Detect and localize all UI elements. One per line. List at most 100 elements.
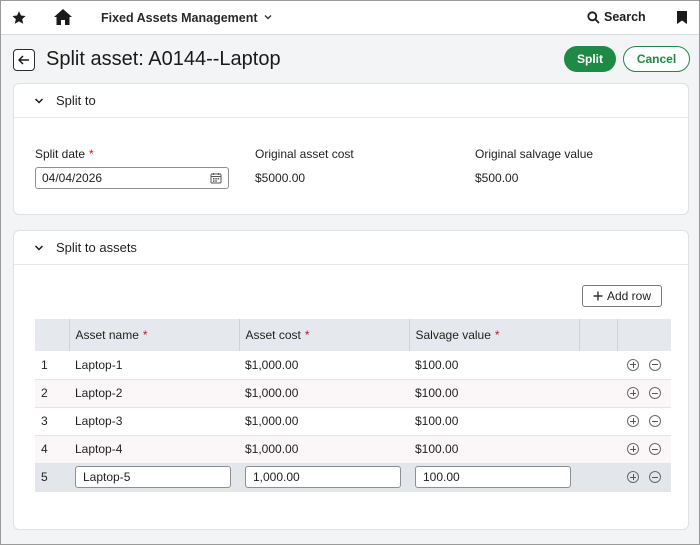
- table-row: 1 Laptop-1 $1,000.00 $100.00: [35, 351, 671, 380]
- asset-name-header-text: Asset name: [75, 328, 139, 342]
- asset-name-cell[interactable]: Laptop-3: [69, 407, 239, 436]
- table-row-editing: 5 Laptop-5 1,000.00 100.00: [35, 463, 671, 492]
- add-circle-icon[interactable]: [627, 415, 639, 427]
- remove-circle-icon[interactable]: [649, 443, 661, 455]
- original-cost-label: Original asset cost: [255, 147, 354, 161]
- row-number: 1: [35, 351, 69, 380]
- asset-name-cell: Laptop-5: [69, 463, 239, 492]
- split-date-label: Split date *: [35, 147, 94, 161]
- split-to-section-title: Split to: [56, 93, 96, 108]
- split-to-assets-section-title: Split to assets: [56, 240, 137, 255]
- back-button[interactable]: [13, 49, 35, 71]
- split-to-assets-section: Split to assets Add row Asset name * Asse…: [13, 230, 689, 530]
- asset-cost-cell[interactable]: $1,000.00: [239, 379, 409, 408]
- bookmark-icon[interactable]: [676, 10, 688, 25]
- remove-circle-icon[interactable]: [649, 471, 661, 483]
- required-marker: *: [89, 147, 94, 161]
- column-header-asset-cost[interactable]: Asset cost *: [239, 319, 410, 351]
- required-marker: *: [494, 328, 500, 342]
- split-to-section-header[interactable]: Split to: [14, 84, 688, 118]
- blank-cell: [579, 379, 617, 408]
- column-header-blank: [579, 319, 618, 351]
- original-cost-value: $5000.00: [255, 171, 306, 185]
- page-title: Split asset: A0144--Laptop: [46, 48, 281, 70]
- asset-cost-input-value: 1,000.00: [253, 470, 300, 484]
- remove-circle-icon[interactable]: [649, 387, 661, 399]
- asset-name-cell[interactable]: Laptop-4: [69, 435, 239, 464]
- original-salvage-value: $500.00: [475, 171, 519, 185]
- asset-cost-cell: 1,000.00: [239, 463, 409, 492]
- search-label: Search: [604, 10, 646, 24]
- salvage-value-input[interactable]: 100.00: [415, 466, 571, 488]
- asset-name-input[interactable]: Laptop-5: [75, 466, 231, 488]
- back-arrow-icon: [18, 55, 29, 65]
- top-nav-bar: Fixed Assets Management Search: [1, 1, 699, 35]
- blank-cell: [579, 351, 617, 380]
- row-actions-cell: [617, 463, 671, 492]
- salvage-value-header-text: Salvage value: [415, 328, 491, 342]
- blank-cell: [579, 463, 617, 492]
- home-icon[interactable]: [53, 8, 73, 26]
- search-icon: [587, 10, 600, 24]
- row-number: 2: [35, 379, 69, 408]
- row-actions-cell: [617, 407, 671, 436]
- row-number: 5: [35, 463, 69, 492]
- required-marker: *: [142, 328, 148, 342]
- row-number: 3: [35, 407, 69, 436]
- row-actions-cell: [617, 351, 671, 380]
- column-header-number: [35, 319, 70, 351]
- original-salvage-label: Original salvage value: [475, 147, 594, 161]
- app-name[interactable]: Fixed Assets Management: [101, 11, 258, 25]
- add-circle-icon[interactable]: [627, 358, 639, 371]
- column-header-asset-name[interactable]: Asset name *: [69, 319, 240, 351]
- row-actions-cell: [617, 379, 671, 408]
- blank-cell: [579, 407, 617, 436]
- salvage-value-cell[interactable]: $100.00: [409, 379, 579, 408]
- required-marker: *: [304, 328, 310, 342]
- add-circle-icon[interactable]: [627, 387, 639, 399]
- chevron-down-icon: [34, 97, 44, 104]
- asset-cost-cell[interactable]: $1,000.00: [239, 407, 409, 436]
- asset-cost-cell[interactable]: $1,000.00: [239, 435, 409, 464]
- split-button[interactable]: Split: [564, 46, 616, 72]
- add-row-button[interactable]: Add row: [582, 285, 662, 307]
- table-row: 3 Laptop-3 $1,000.00 $100.00: [35, 407, 671, 436]
- plus-icon: [593, 291, 603, 301]
- split-date-field[interactable]: 04/04/2026: [35, 167, 229, 189]
- split-to-assets-section-header[interactable]: Split to assets: [14, 231, 688, 265]
- asset-cost-input[interactable]: 1,000.00: [245, 466, 401, 488]
- row-actions-cell: [617, 435, 671, 464]
- chevron-down-icon: [34, 244, 44, 251]
- asset-cost-cell[interactable]: $1,000.00: [239, 351, 409, 380]
- remove-circle-icon[interactable]: [649, 358, 661, 371]
- table-header-row: Asset name * Asset cost * Salvage value *: [35, 319, 671, 351]
- split-date-value: 04/04/2026: [42, 171, 103, 185]
- remove-circle-icon[interactable]: [649, 415, 661, 427]
- add-circle-icon[interactable]: [627, 471, 639, 483]
- table-row: 2 Laptop-2 $1,000.00 $100.00: [35, 379, 671, 408]
- blank-cell: [579, 435, 617, 464]
- column-header-salvage-value[interactable]: Salvage value *: [409, 319, 580, 351]
- split-to-section: Split to Split date * 04/04/2026 Original…: [13, 83, 689, 215]
- chevron-down-icon[interactable]: [263, 12, 273, 22]
- split-date-label-text: Split date: [35, 147, 86, 161]
- calendar-icon[interactable]: [210, 172, 222, 184]
- cancel-button[interactable]: Cancel: [623, 46, 690, 72]
- table-row: 4 Laptop-4 $1,000.00 $100.00: [35, 435, 671, 464]
- asset-name-cell[interactable]: Laptop-1: [69, 351, 239, 380]
- add-circle-icon[interactable]: [627, 443, 639, 455]
- asset-cost-header-text: Asset cost: [245, 328, 301, 342]
- star-icon[interactable]: [11, 10, 27, 26]
- column-header-actions: [617, 319, 671, 351]
- salvage-value-cell[interactable]: $100.00: [409, 407, 579, 436]
- search-button[interactable]: Search: [587, 10, 646, 24]
- row-number: 4: [35, 435, 69, 464]
- salvage-value-cell: 100.00: [409, 463, 579, 492]
- add-row-label: Add row: [606, 289, 652, 303]
- salvage-value-cell[interactable]: $100.00: [409, 351, 579, 380]
- salvage-value-input-value: 100.00: [423, 470, 460, 484]
- split-assets-table: Asset name * Asset cost * Salvage value * 1…: [35, 319, 671, 492]
- asset-name-cell[interactable]: Laptop-2: [69, 379, 239, 408]
- salvage-value-cell[interactable]: $100.00: [409, 435, 579, 464]
- asset-name-input-value: Laptop-5: [83, 470, 131, 484]
